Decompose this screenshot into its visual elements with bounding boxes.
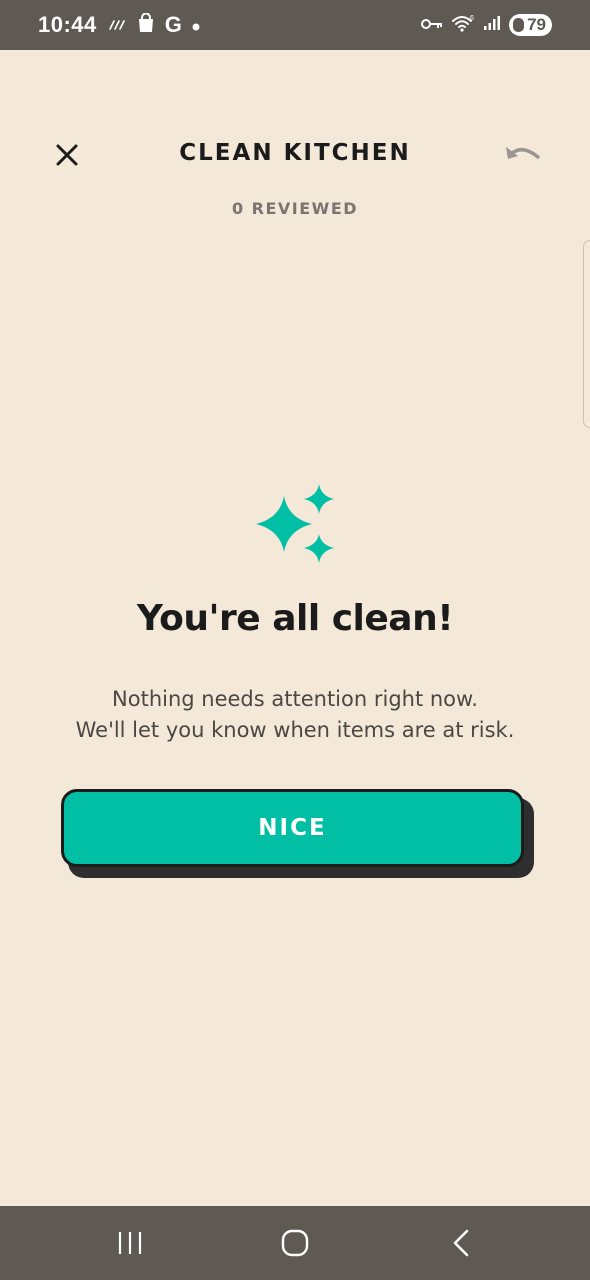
empty-state-message-line-1: Nothing needs attention right now. xyxy=(112,687,478,711)
sparkles-icon xyxy=(256,484,334,563)
header: CLEAN KITCHEN xyxy=(0,120,590,190)
navigation-bar xyxy=(0,1206,590,1280)
undo-icon xyxy=(506,147,540,159)
empty-state-message-line-2: We'll let you know when items are at ris… xyxy=(75,718,515,742)
back-icon xyxy=(453,1229,469,1257)
battery-icon: 79 xyxy=(509,14,552,36)
nice-button[interactable]: NICE xyxy=(61,789,524,867)
battery-level: 79 xyxy=(527,15,546,34)
page-title: CLEAN KITCHEN xyxy=(179,140,411,166)
reviewed-count: 0 REVIEWED xyxy=(231,199,359,218)
status-bar-left: 10:44 G xyxy=(38,0,200,50)
scroll-indicator[interactable] xyxy=(583,240,590,428)
status-time: 10:44 xyxy=(38,12,97,37)
recents-icon xyxy=(118,1232,142,1254)
empty-state-headline: You're all clean! xyxy=(136,598,454,639)
home-button[interactable] xyxy=(275,1228,315,1258)
close-icon xyxy=(56,144,78,166)
shopping-bag-icon xyxy=(137,12,155,37)
undo-button[interactable] xyxy=(502,140,542,170)
status-bar-right: 6 79 xyxy=(421,0,552,50)
battery-level-indicator xyxy=(513,18,525,32)
back-button[interactable] xyxy=(440,1228,480,1258)
home-icon xyxy=(281,1229,309,1257)
wifi-icon: 6 xyxy=(451,13,475,37)
empty-state-message: Nothing needs attention right now. We'll… xyxy=(0,684,590,746)
status-bar: 10:44 G 6 79 xyxy=(0,0,590,50)
key-icon xyxy=(421,16,443,35)
signal-icon xyxy=(483,15,501,35)
google-icon: G xyxy=(164,12,182,37)
notification-dot-icon xyxy=(192,16,200,35)
svg-text:6: 6 xyxy=(470,15,474,22)
close-button[interactable] xyxy=(52,140,82,170)
lightning-icon xyxy=(107,16,127,35)
recents-button[interactable] xyxy=(110,1228,150,1258)
